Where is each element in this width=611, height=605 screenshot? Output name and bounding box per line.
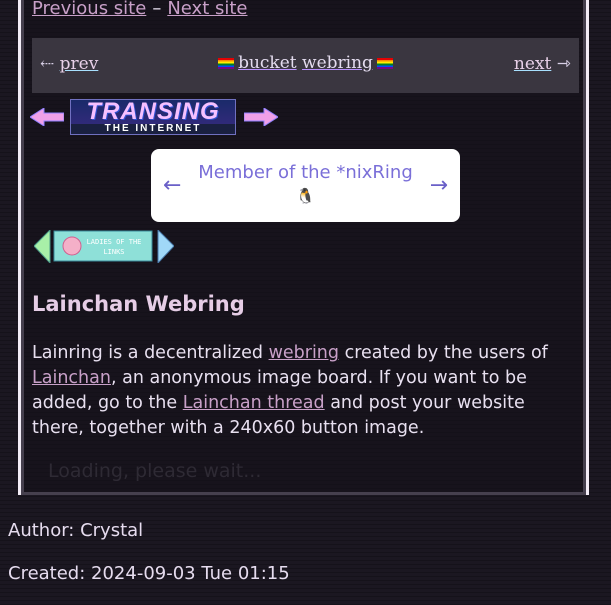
next-site-link[interactable]: Next site [167,0,247,19]
pink-right-arrow-icon[interactable] [244,108,278,126]
lollipop-icon [62,236,82,256]
author-line: Author: Crystal [8,520,144,541]
rainbow-flag-icon [376,58,393,69]
transing-webring: TRANSING THE INTERNET [30,98,280,138]
loading-text: Loading, please wait... [48,460,262,482]
bucket-title-word2[interactable]: webring [302,53,373,73]
lol-line2: LINKS [103,248,124,256]
nixring-text[interactable]: Member of the *nixRing [151,162,460,183]
lol-line1: LADIES OF THE [87,238,142,246]
webring-link[interactable]: webring [269,343,339,363]
lainchan-description: Lainring is a decentralized webring crea… [32,341,582,441]
pink-left-arrow-icon[interactable] [30,108,64,126]
previous-site-link[interactable]: Previous site [32,0,146,19]
site-nav: Previous site – Next site [32,0,247,19]
nixring-next-arrow[interactable]: → [430,173,448,198]
lol-prev-arrow-icon[interactable] [34,230,51,263]
site-nav-separator: – [152,0,162,19]
rainbow-flag-icon [218,58,235,69]
transing-banner-subtitle: THE INTERNET [71,124,235,134]
transing-banner-title: TRANSING [86,98,220,125]
bucket-title: bucket webring [32,53,579,73]
bucket-webring: ⇠ prev bucket webring next ⇾ [32,38,579,93]
right-arrow-icon: ⇾ [556,54,571,74]
created-line: Created: 2024-09-03 Tue 01:15 [8,563,290,584]
nixring-widget: ← Member of the *nixRing 🐧 → [151,149,460,222]
bucket-next-link[interactable]: next ⇾ [514,54,571,74]
desc-text-1: Lainring is a decentralized [32,343,269,363]
lainchan-link[interactable]: Lainchan [32,368,111,388]
lainchan-heading: Lainchan Webring [32,292,245,316]
tux-icon: 🐧 [296,187,315,205]
bucket-title-word1[interactable]: bucket [238,53,297,73]
bucket-next-label: next [513,54,552,74]
desc-text-2: created by the users of [339,343,548,363]
ladies-of-the-links-webring: LADIES OF THE LINKS [34,230,174,263]
lainchan-thread-link[interactable]: Lainchan thread [183,393,325,413]
lol-next-arrow-icon[interactable] [157,230,174,263]
transing-banner[interactable]: TRANSING THE INTERNET [70,99,236,135]
